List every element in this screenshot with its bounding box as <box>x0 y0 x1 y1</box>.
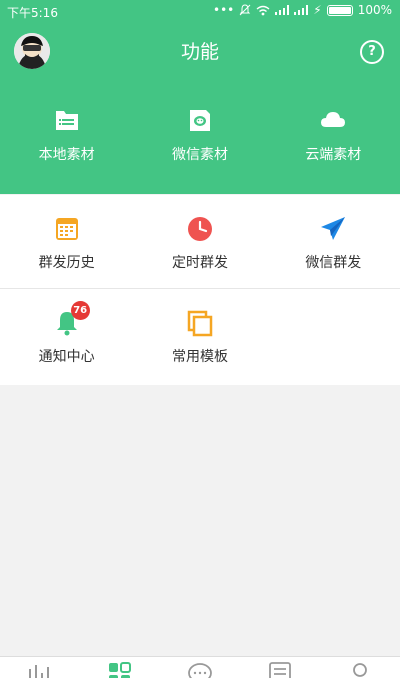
local-material-button[interactable]: 本地素材 <box>0 76 133 194</box>
battery-icon <box>326 4 353 16</box>
mute-bell-icon <box>239 4 251 16</box>
cloud-material-label: 云端素材 <box>305 147 362 163</box>
tab-stats[interactable] <box>0 657 80 678</box>
wechat-material-label: 微信素材 <box>171 147 228 163</box>
wechat-doc-icon <box>186 106 214 134</box>
clock-icon <box>186 215 214 243</box>
broadcast-history-button[interactable]: 群发历史 <box>0 195 133 288</box>
folder-icon <box>53 106 81 134</box>
charging-icon: ⚡ <box>313 3 322 17</box>
wifi-icon <box>256 5 270 15</box>
scheduled-broadcast-button[interactable]: 定时群发 <box>133 195 266 288</box>
question-circle-icon: ? <box>368 44 376 59</box>
more-dots-icon: ••• <box>213 3 235 17</box>
chat-bubble-icon <box>188 663 212 678</box>
help-button[interactable]: ? <box>360 40 384 64</box>
cloud-icon <box>319 106 347 134</box>
common-templates-label: 常用模板 <box>171 349 228 365</box>
feature-row-2: 76 通知中心 常用模板 <box>0 289 400 385</box>
material-actions: 本地素材 微信素材 云端素材 <box>0 76 400 194</box>
signal-icon-2 <box>294 5 309 15</box>
notification-center-button[interactable]: 76 通知中心 <box>0 289 133 385</box>
scheduled-broadcast-label: 定时群发 <box>171 255 228 271</box>
notification-center-label: 通知中心 <box>38 349 95 365</box>
tab-profile[interactable] <box>320 657 400 678</box>
notification-badge: 76 <box>70 301 90 320</box>
tab-messages[interactable] <box>160 657 240 678</box>
cloud-material-button[interactable]: 云端素材 <box>267 76 400 194</box>
calendar-icon <box>53 215 81 243</box>
wechat-material-button[interactable]: 微信素材 <box>133 76 266 194</box>
status-time: 下午5:16 <box>7 6 58 20</box>
battery-percent: 100% <box>357 3 392 17</box>
list-icon <box>269 662 291 678</box>
wechat-broadcast-label: 微信群发 <box>305 255 362 271</box>
bell-icon: 76 <box>53 301 90 337</box>
template-icon <box>186 309 214 337</box>
local-material-label: 本地素材 <box>38 147 95 163</box>
bar-chart-icon <box>29 665 49 678</box>
feature-row-1: 群发历史 定时群发 微信群发 <box>0 195 400 289</box>
common-templates-button[interactable]: 常用模板 <box>133 289 266 385</box>
page-title: 功能 <box>180 41 219 63</box>
paper-plane-icon <box>319 215 347 243</box>
tab-functions[interactable] <box>80 657 160 678</box>
grid-icon <box>109 662 131 678</box>
broadcast-history-label: 群发历史 <box>38 255 95 271</box>
tab-list[interactable] <box>240 657 320 678</box>
status-bar: 下午5:16 ••• ⚡ 100% <box>0 0 400 24</box>
app-header: 功能 ? <box>0 24 400 76</box>
wechat-broadcast-button[interactable]: 微信群发 <box>267 195 400 288</box>
profile-icon <box>353 663 367 677</box>
signal-icon <box>275 5 290 15</box>
status-icons: ••• ⚡ 100% <box>213 3 392 17</box>
bottom-nav <box>0 656 400 678</box>
